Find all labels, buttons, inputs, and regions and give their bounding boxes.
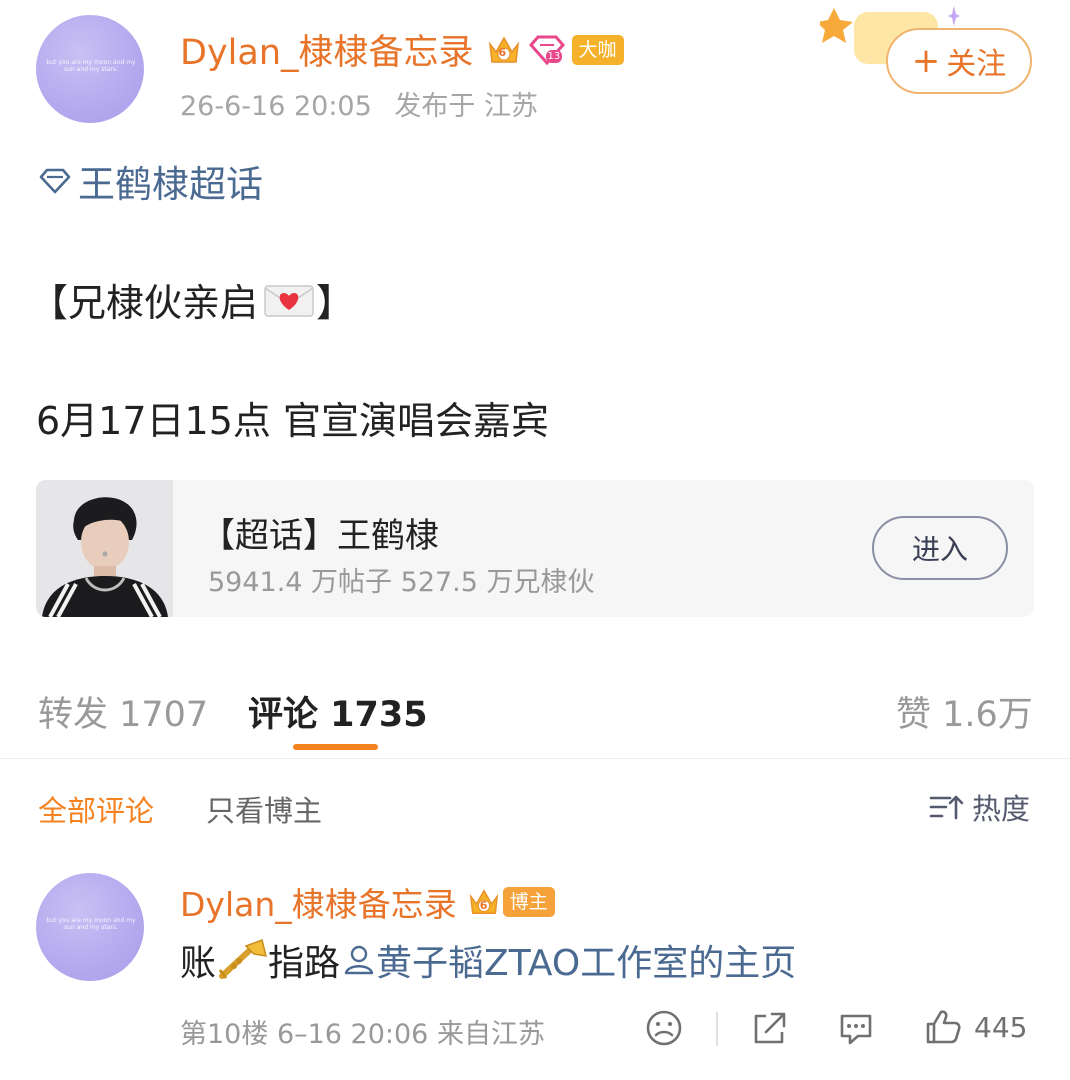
comment-crown-level: 6 [479, 899, 488, 912]
love-letter-icon [262, 280, 316, 320]
topic-card-stats: 5941.4 万帖子 527.5 万兄棣伙 [208, 567, 595, 598]
super-topic-label: 王鹤棣超话 [78, 163, 263, 206]
user-mention-link[interactable]: 黄子韬ZTAO工作室的主页 [376, 934, 796, 986]
tab-repost[interactable]: 转发 1707 [38, 686, 208, 737]
topic-cover-image [36, 480, 173, 617]
avatar-text: but you are my moon and my sun and my st… [46, 59, 136, 73]
tabs-divider [0, 758, 1070, 759]
diamond-outline-icon [38, 167, 72, 195]
comment-text-prefix: 账 [180, 943, 217, 984]
post-location: 发布于 江苏 [394, 91, 538, 122]
user-mention-icon [342, 943, 376, 977]
author-avatar[interactable]: but you are my moon and my sun and my st… [36, 15, 144, 123]
comment-avatar-text: but you are my moon and my sun and my st… [46, 917, 136, 931]
crown-badge-icon: 6 [486, 32, 522, 68]
action-divider [716, 1012, 718, 1046]
filter-owner-only[interactable]: 只看博主 [206, 788, 322, 830]
tab-like[interactable]: 赞 1.6万 [896, 686, 1033, 737]
comment-author-name[interactable]: Dylan_棣棣备忘录 [180, 878, 457, 926]
filter-all-comments[interactable]: 全部评论 [38, 788, 154, 830]
reply-comment-icon[interactable] [836, 1008, 876, 1048]
dislike-face-icon[interactable] [644, 1008, 684, 1048]
share-icon[interactable] [750, 1008, 790, 1048]
plus-icon: + [911, 41, 941, 81]
follow-label: 关注 [946, 47, 1007, 82]
tab-active-indicator [293, 744, 378, 750]
bracket-close: 】 [316, 281, 355, 325]
content-line-1: 【兄棣伙亲启 [30, 281, 259, 325]
comment-crown-badge-icon: 6 [467, 885, 501, 919]
comment-floor-meta: 第10楼 6–16 20:06 来自江苏 [180, 1019, 545, 1050]
comment-text-mid: 指路 [268, 943, 341, 984]
super-topic-card[interactable]: 【超话】王鹤棣 5941.4 万帖子 527.5 万兄棣伙 进入 [36, 480, 1034, 617]
author-name[interactable]: Dylan_棣棣备忘录 [180, 24, 474, 75]
trumpet-icon [216, 938, 268, 982]
sort-hot-button[interactable]: 热度 [928, 786, 1030, 828]
super-topic-link[interactable]: 王鹤棣超话 [38, 154, 263, 208]
owner-badge: 博主 [502, 887, 555, 917]
follow-button[interactable]: + 关注 [886, 28, 1032, 94]
sort-label: 热度 [972, 792, 1031, 826]
thumbs-up-icon [922, 1006, 964, 1048]
post-date: 26-6-16 20:05 [180, 91, 372, 122]
crown-badge-level: 6 [498, 45, 507, 59]
diamond-badge-icon: 13 [528, 33, 566, 67]
topic-card-title: 【超话】王鹤棣 [201, 516, 439, 556]
content-line-2: 6月17日15点 官宣演唱会嘉宾 [36, 399, 549, 443]
enter-button[interactable]: 进入 [872, 516, 1008, 580]
tab-comment[interactable]: 评论 1735 [248, 686, 428, 737]
like-count: 445 [974, 1010, 1028, 1044]
sort-icon [928, 791, 964, 823]
diamond-badge-level: 13 [545, 49, 563, 63]
comment-author-avatar[interactable]: but you are my moon and my sun and my st… [36, 873, 144, 981]
like-button[interactable]: 445 [922, 1006, 1027, 1048]
role-badge: 大咖 [571, 34, 624, 65]
